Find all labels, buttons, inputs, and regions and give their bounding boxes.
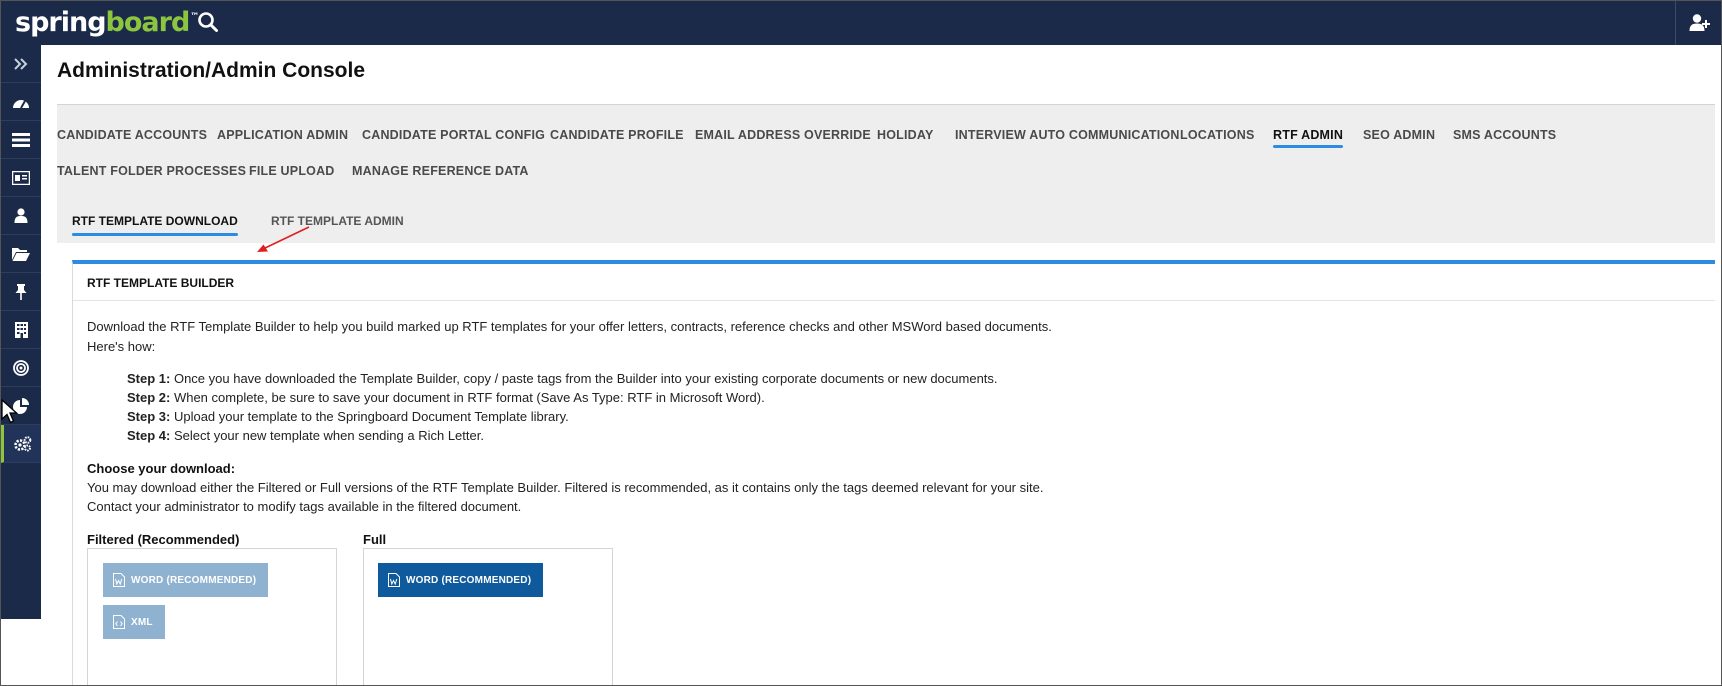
filtered-xml-label: XML — [131, 616, 153, 628]
choose-download-text: You may download either the Filtered or … — [87, 480, 1044, 495]
vertical-scrollbar[interactable] — [1715, 45, 1721, 685]
tab-interview-auto-communication[interactable]: INTERVIEW AUTO COMMUNICATION — [955, 128, 1180, 142]
intro-here-how: Here's how: — [87, 339, 156, 354]
sidebar-item-target[interactable] — [1, 349, 41, 387]
step-3: Step 3: Upload your template to the Spri… — [127, 407, 569, 427]
tab-email-address-override[interactable]: EMAIL ADDRESS OVERRIDE — [695, 128, 871, 142]
step-3-label: Step 3: — [127, 409, 171, 424]
filtered-heading: Filtered (Recommended) — [87, 532, 240, 547]
list-icon — [12, 132, 30, 147]
settings-gears-icon — [13, 435, 31, 451]
expand-icon — [14, 57, 28, 70]
target-icon — [13, 359, 29, 376]
filtered-word-label: WORD (RECOMMENDED) — [131, 574, 257, 586]
tab-candidate-profile[interactable]: CANDIDATE PROFILE — [550, 128, 684, 142]
add-user-button[interactable] — [1675, 1, 1721, 45]
logo-text-part1: spring — [15, 7, 107, 38]
full-heading: Full — [363, 532, 387, 547]
step-1-label: Step 1: — [127, 371, 171, 386]
annotation-arrow-icon — [257, 226, 310, 252]
full-word-button[interactable]: WORD (RECOMMENDED) — [378, 563, 544, 597]
word-file-icon — [113, 573, 125, 587]
choose-download-contact: Contact your administrator to modify tag… — [87, 499, 522, 514]
id-card-icon — [12, 170, 30, 185]
step-4: Step 4: Select your new template when se… — [127, 426, 484, 446]
sidebar-item-id-card[interactable] — [1, 159, 41, 197]
tab-sms-accounts[interactable]: SMS ACCOUNTS — [1453, 128, 1556, 142]
rtf-template-builder-panel: RTF TEMPLATE BUILDER Download the RTF Te… — [72, 260, 1721, 685]
full-word-label: WORD (RECOMMENDED) — [406, 574, 532, 586]
step-1: Step 1: Once you have downloaded the Tem… — [127, 369, 998, 389]
filtered-word-button[interactable]: WORD (RECOMMENDED) — [103, 563, 269, 597]
sidebar-item-building[interactable] — [1, 311, 41, 349]
sidebar-item-list[interactable] — [1, 121, 41, 159]
tab-file-upload[interactable]: FILE UPLOAD — [249, 164, 335, 178]
tab-candidate-accounts[interactable]: CANDIDATE ACCOUNTS — [57, 128, 207, 142]
choose-download-heading: Choose your download: — [87, 461, 236, 476]
sidebar-item-user[interactable] — [1, 197, 41, 235]
springboard-logo[interactable]: springboard™ — [15, 7, 199, 39]
user-icon — [14, 208, 28, 223]
step-2: Step 2: When complete, be sure to save y… — [127, 388, 765, 408]
subtab-rtf-template-download[interactable]: RTF TEMPLATE DOWNLOAD — [72, 214, 238, 236]
app-window: springboard™ Administration/Admin Consol… — [0, 0, 1722, 686]
tab-locations[interactable]: LOCATIONS — [1180, 128, 1254, 142]
step-2-label: Step 2: — [127, 390, 171, 405]
tab-seo-admin[interactable]: SEO ADMIN — [1363, 128, 1435, 142]
step-4-label: Step 4: — [127, 428, 171, 443]
panel-title: RTF TEMPLATE BUILDER — [87, 276, 235, 290]
tab-talent-folder-processes[interactable]: TALENT FOLDER PROCESSES — [57, 164, 246, 178]
xml-file-icon — [113, 615, 125, 629]
sidebar-item-folder[interactable] — [1, 235, 41, 273]
sidebar-item-admin-settings[interactable] — [1, 425, 41, 463]
word-file-icon — [388, 573, 400, 587]
building-icon — [14, 321, 28, 338]
dashboard-icon — [13, 99, 29, 108]
pin-icon — [15, 283, 27, 300]
page-title: Administration/Admin Console — [57, 59, 366, 82]
sidebar-expand-button[interactable] — [1, 45, 41, 83]
main-content: Administration/Admin Console CANDIDATE A… — [41, 45, 1721, 685]
panel-divider — [73, 300, 1721, 301]
intro-text: Download the RTF Template Builder to hel… — [87, 319, 1052, 334]
full-download-box: WORD (RECOMMENDED) — [363, 548, 613, 685]
sidebar-item-dashboard[interactable] — [1, 83, 41, 121]
step-1-text: Once you have downloaded the Template Bu… — [170, 371, 998, 386]
tab-candidate-portal-config[interactable]: CANDIDATE PORTAL CONFIG — [362, 128, 545, 142]
logo-text-part2: board — [105, 7, 191, 38]
mouse-cursor-icon — [1, 399, 19, 424]
step-4-text: Select your new template when sending a … — [170, 428, 484, 443]
sidebar-item-pin[interactable] — [1, 273, 41, 311]
filtered-download-box: WORD (RECOMMENDED) XML — [87, 548, 337, 685]
top-bar: springboard™ — [1, 1, 1721, 45]
search-icon[interactable] — [197, 11, 223, 37]
add-user-icon — [1689, 14, 1710, 31]
step-3-text: Upload your template to the Springboard … — [170, 409, 569, 424]
step-2-text: When complete, be sure to save your docu… — [170, 390, 765, 405]
tab-holiday[interactable]: HOLIDAY — [877, 128, 934, 142]
filtered-xml-button[interactable]: XML — [103, 605, 165, 639]
tab-rtf-admin[interactable]: RTF ADMIN — [1273, 128, 1344, 148]
folder-open-icon — [12, 247, 30, 261]
left-sidebar — [1, 45, 41, 619]
tab-application-admin[interactable]: APPLICATION ADMIN — [217, 128, 348, 142]
tab-manage-reference-data[interactable]: MANAGE REFERENCE DATA — [352, 164, 529, 178]
